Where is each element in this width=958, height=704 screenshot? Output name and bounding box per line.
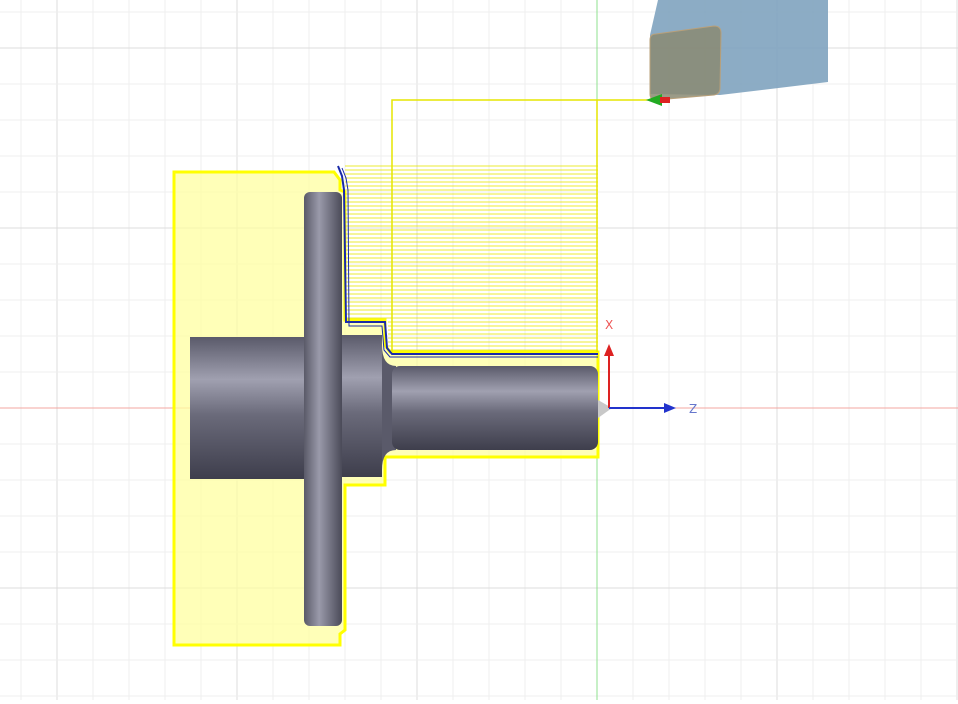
triad-x-arrowhead [604,344,614,356]
wcs-triad[interactable]: X Z [604,318,697,416]
tool-insert [649,25,722,101]
cutting-tool[interactable] [646,0,828,106]
part-flange [304,192,342,626]
part-left-shaft [190,337,315,479]
triad-z-arrowhead [664,403,676,413]
part-hub [342,335,382,477]
cam-viewport[interactable]: X Z [0,0,958,700]
triad-x-label: X [605,318,613,332]
tool-tip-marker-red [660,97,670,103]
part-right-shaft [392,366,598,450]
triad-z-label: Z [689,402,697,416]
